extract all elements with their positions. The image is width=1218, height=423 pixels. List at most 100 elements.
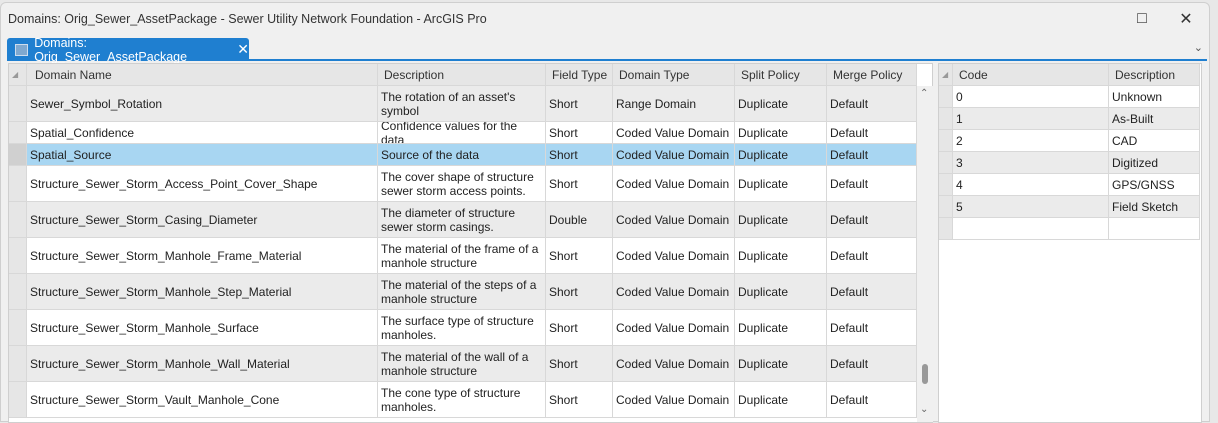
- cell-domain-type[interactable]: Coded Value Domain: [613, 144, 735, 165]
- cell-domain-type[interactable]: Range Domain: [613, 86, 735, 121]
- cell-code[interactable]: 5: [953, 196, 1109, 217]
- cell-field-type[interactable]: Short: [546, 310, 613, 345]
- cell-code[interactable]: 0: [953, 86, 1109, 107]
- cell-description[interactable]: Digitized: [1109, 152, 1200, 173]
- column-header[interactable]: Split Policy: [735, 64, 827, 85]
- column-header[interactable]: Merge Policy: [827, 64, 917, 85]
- table-row[interactable]: 5 Field Sketch: [939, 196, 1200, 218]
- cell-description[interactable]: The material of the steps of a manhole s…: [378, 274, 546, 309]
- cell-domain-type[interactable]: Coded Value Domain: [613, 346, 735, 381]
- cell-domain-type[interactable]: Coded Value Domain: [613, 238, 735, 273]
- cell-description[interactable]: Confidence values for the data: [378, 122, 546, 143]
- cell-description[interactable]: Source of the data: [378, 144, 546, 165]
- cell-field-type[interactable]: Short: [546, 274, 613, 309]
- cell-description[interactable]: The rotation of an asset's symbol: [378, 86, 546, 121]
- table-row[interactable]: 4 GPS/GNSS: [939, 174, 1200, 196]
- vertical-scrollbar[interactable]: ⌃ ⌄: [917, 86, 933, 422]
- row-header[interactable]: [9, 274, 27, 309]
- cell-description[interactable]: The surface type of structure manholes.: [378, 310, 546, 345]
- row-header[interactable]: [939, 130, 953, 151]
- row-header[interactable]: [939, 108, 953, 129]
- scroll-up-icon[interactable]: ⌃: [920, 88, 928, 99]
- scroll-down-icon[interactable]: ⌄: [920, 404, 928, 415]
- cell-description[interactable]: [1109, 218, 1200, 239]
- cell-split[interactable]: Duplicate: [735, 238, 827, 273]
- cell-field-type[interactable]: Short: [546, 382, 613, 417]
- cell-name[interactable]: Spatial_Confidence: [27, 122, 378, 143]
- cell-name[interactable]: Structure_Sewer_Storm_Access_Point_Cover…: [27, 166, 378, 201]
- cell-split[interactable]: Duplicate: [735, 86, 827, 121]
- scroll-thumb[interactable]: [922, 364, 928, 384]
- table-row[interactable]: Spatial_Source Source of the data Short Cod…: [9, 144, 917, 166]
- table-row[interactable]: Structure_Sewer_Storm_Manhole_Surface The…: [9, 310, 917, 346]
- row-header[interactable]: [9, 382, 27, 417]
- cell-merge[interactable]: Default: [827, 238, 917, 273]
- cell-field-type[interactable]: Short: [546, 86, 613, 121]
- table-row[interactable]: Structure_Sewer_Storm_Casing_Diameter The…: [9, 202, 917, 238]
- cell-description[interactable]: Field Sketch: [1109, 196, 1200, 217]
- row-header[interactable]: [9, 310, 27, 345]
- cell-merge[interactable]: Default: [827, 310, 917, 345]
- cell-code[interactable]: 2: [953, 130, 1109, 151]
- cell-merge[interactable]: Default: [827, 346, 917, 381]
- maximize-button[interactable]: □: [1127, 7, 1157, 31]
- row-header[interactable]: [939, 152, 953, 173]
- cell-description[interactable]: GPS/GNSS: [1109, 174, 1200, 195]
- cell-code[interactable]: 3: [953, 152, 1109, 173]
- cell-field-type[interactable]: Short: [546, 144, 613, 165]
- row-header[interactable]: [9, 238, 27, 273]
- table-row[interactable]: Sewer_Symbol_Rotation The rotation of an …: [9, 86, 917, 122]
- cell-merge[interactable]: Default: [827, 202, 917, 237]
- table-row[interactable]: Structure_Sewer_Storm_Vault_Manhole_Cone…: [9, 382, 917, 418]
- cell-merge[interactable]: Default: [827, 166, 917, 201]
- cell-name[interactable]: Structure_Sewer_Storm_Vault_Manhole_Cone: [27, 382, 378, 417]
- new-row[interactable]: [939, 218, 1200, 240]
- cell-split[interactable]: Duplicate: [735, 202, 827, 237]
- tab-close-icon[interactable]: ✕: [237, 41, 249, 58]
- cell-name[interactable]: Structure_Sewer_Storm_Manhole_Wall_Mater…: [27, 346, 378, 381]
- row-header[interactable]: [9, 202, 27, 237]
- row-header[interactable]: [939, 218, 953, 239]
- cell-merge[interactable]: Default: [827, 382, 917, 417]
- row-header[interactable]: [9, 86, 27, 121]
- cell-description[interactable]: The material of the frame of a manhole s…: [378, 238, 546, 273]
- cell-description[interactable]: The diameter of structure sewer storm ca…: [378, 202, 546, 237]
- cell-merge[interactable]: Default: [827, 144, 917, 165]
- column-header[interactable]: Description: [378, 64, 546, 85]
- cell-field-type[interactable]: Short: [546, 346, 613, 381]
- cell-domain-type[interactable]: Coded Value Domain: [613, 310, 735, 345]
- cell-name[interactable]: Structure_Sewer_Storm_Manhole_Surface: [27, 310, 378, 345]
- select-all-corner[interactable]: ◢: [9, 64, 27, 85]
- table-row[interactable]: Structure_Sewer_Storm_Manhole_Wall_Mater…: [9, 346, 917, 382]
- row-header[interactable]: [939, 196, 953, 217]
- cell-split[interactable]: Duplicate: [735, 144, 827, 165]
- cell-merge[interactable]: Default: [827, 86, 917, 121]
- close-button[interactable]: ✕: [1171, 7, 1201, 31]
- row-header[interactable]: [939, 86, 953, 107]
- cell-domain-type[interactable]: Coded Value Domain: [613, 274, 735, 309]
- table-row[interactable]: Structure_Sewer_Storm_Access_Point_Cover…: [9, 166, 917, 202]
- cell-split[interactable]: Duplicate: [735, 310, 827, 345]
- row-header[interactable]: [939, 174, 953, 195]
- cell-code[interactable]: [953, 218, 1109, 239]
- cell-field-type[interactable]: Short: [546, 122, 613, 143]
- row-header[interactable]: [9, 122, 27, 143]
- cell-merge[interactable]: Default: [827, 274, 917, 309]
- cell-merge[interactable]: Default: [827, 122, 917, 143]
- table-row[interactable]: Spatial_Confidence Confidence values for …: [9, 122, 917, 144]
- cell-name[interactable]: Structure_Sewer_Storm_Manhole_Frame_Mate…: [27, 238, 378, 273]
- tab-overflow-chevron-icon[interactable]: ⌄: [1194, 41, 1203, 54]
- row-header[interactable]: [9, 346, 27, 381]
- table-row[interactable]: 0 Unknown: [939, 86, 1200, 108]
- cell-description[interactable]: The material of the wall of a manhole st…: [378, 346, 546, 381]
- cell-split[interactable]: Duplicate: [735, 382, 827, 417]
- column-header[interactable]: Domain Name: [27, 64, 378, 85]
- select-all-corner[interactable]: ◢: [939, 64, 953, 85]
- cell-description[interactable]: CAD: [1109, 130, 1200, 151]
- table-row[interactable]: 2 CAD: [939, 130, 1200, 152]
- cell-name[interactable]: Spatial_Source: [27, 144, 378, 165]
- cell-name[interactable]: Sewer_Symbol_Rotation: [27, 86, 378, 121]
- cell-description[interactable]: The cover shape of structure sewer storm…: [378, 166, 546, 201]
- cell-code[interactable]: 4: [953, 174, 1109, 195]
- cell-split[interactable]: Duplicate: [735, 346, 827, 381]
